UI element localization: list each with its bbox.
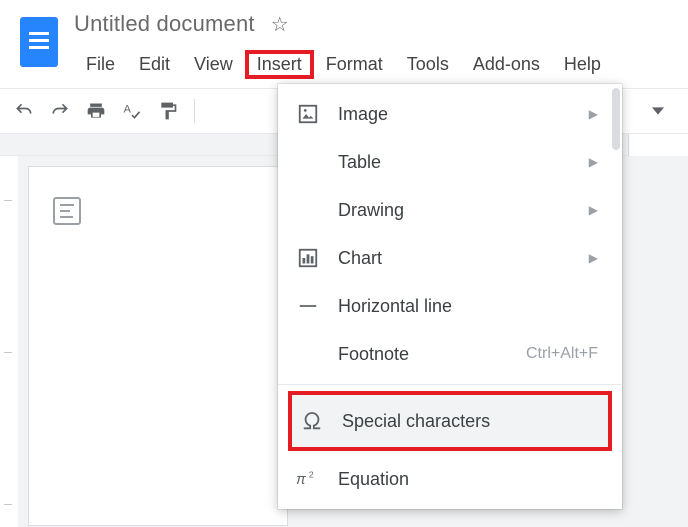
vertical-ruler bbox=[0, 156, 18, 527]
menu-insert[interactable]: Insert bbox=[245, 50, 314, 79]
footnote-shortcut: Ctrl+Alt+F bbox=[526, 345, 598, 363]
insert-chart-label: Chart bbox=[338, 248, 571, 269]
insert-special-characters[interactable]: Special characters bbox=[292, 395, 608, 447]
horizontal-line-icon bbox=[296, 294, 320, 318]
svg-text:2: 2 bbox=[309, 469, 314, 479]
insert-image[interactable]: Image ▶ bbox=[278, 90, 622, 138]
image-icon bbox=[296, 102, 320, 126]
insert-special-characters-label: Special characters bbox=[342, 411, 584, 432]
title-area: Untitled document ☆ File Edit View Inser… bbox=[74, 8, 680, 80]
special-characters-highlight: Special characters bbox=[288, 391, 612, 451]
equation-icon: π2 bbox=[296, 467, 320, 491]
insert-menu-dropdown: Image ▶ Table ▶ Drawing ▶ Chart ▶ Horizo… bbox=[278, 84, 622, 509]
insert-horizontal-line[interactable]: Horizontal line bbox=[278, 282, 622, 330]
svg-text:π: π bbox=[296, 472, 306, 488]
submenu-arrow-icon: ▶ bbox=[589, 107, 598, 121]
svg-text:A: A bbox=[124, 104, 132, 116]
insert-drawing-label: Drawing bbox=[338, 200, 571, 221]
menu-separator bbox=[278, 384, 622, 385]
submenu-arrow-icon: ▶ bbox=[589, 251, 598, 265]
star-icon[interactable]: ☆ bbox=[271, 12, 289, 37]
menubar: File Edit View Insert Format Tools Add-o… bbox=[74, 48, 680, 80]
insert-table[interactable]: Table ▶ bbox=[278, 138, 622, 186]
redo-button[interactable] bbox=[44, 95, 76, 127]
menu-view[interactable]: View bbox=[182, 50, 245, 79]
footnote-icon bbox=[296, 342, 320, 366]
print-button[interactable] bbox=[80, 95, 112, 127]
insert-drawing[interactable]: Drawing ▶ bbox=[278, 186, 622, 234]
menu-file[interactable]: File bbox=[74, 50, 127, 79]
toolbar-more-dropdown[interactable] bbox=[652, 105, 680, 117]
menu-addons[interactable]: Add-ons bbox=[461, 50, 552, 79]
insert-image-label: Image bbox=[338, 104, 571, 125]
document-page[interactable] bbox=[28, 166, 288, 526]
header: Untitled document ☆ File Edit View Inser… bbox=[0, 0, 688, 88]
omega-icon bbox=[300, 409, 324, 433]
menu-edit[interactable]: Edit bbox=[127, 50, 182, 79]
toolbar-separator bbox=[194, 99, 195, 123]
docs-logo[interactable] bbox=[14, 12, 64, 72]
insert-equation[interactable]: π2 Equation bbox=[278, 455, 622, 503]
document-title[interactable]: Untitled document bbox=[74, 11, 255, 37]
insert-table-label: Table bbox=[338, 152, 571, 173]
outline-icon[interactable] bbox=[53, 197, 81, 225]
table-icon bbox=[296, 150, 320, 174]
insert-footnote[interactable]: Footnote Ctrl+Alt+F bbox=[278, 330, 622, 378]
spellcheck-button[interactable]: A bbox=[116, 95, 148, 127]
chart-icon bbox=[296, 246, 320, 270]
submenu-arrow-icon: ▶ bbox=[589, 203, 598, 217]
submenu-arrow-icon: ▶ bbox=[589, 155, 598, 169]
drawing-icon bbox=[296, 198, 320, 222]
insert-footnote-label: Footnote bbox=[338, 344, 508, 365]
menu-format[interactable]: Format bbox=[314, 50, 395, 79]
menu-help[interactable]: Help bbox=[552, 50, 613, 79]
insert-equation-label: Equation bbox=[338, 469, 598, 490]
menu-tools[interactable]: Tools bbox=[395, 50, 461, 79]
insert-horizontal-line-label: Horizontal line bbox=[338, 296, 598, 317]
paint-format-button[interactable] bbox=[152, 95, 184, 127]
undo-button[interactable] bbox=[8, 95, 40, 127]
insert-chart[interactable]: Chart ▶ bbox=[278, 234, 622, 282]
